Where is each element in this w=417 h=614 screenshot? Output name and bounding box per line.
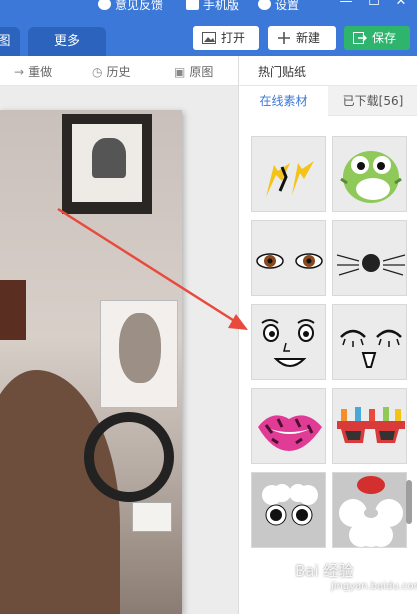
sticker-brown-eyes[interactable] — [251, 220, 326, 296]
edit-canvas[interactable] — [0, 86, 238, 614]
original-button[interactable]: ▣ 原图 — [174, 63, 213, 80]
sticker-pink-lips[interactable] — [251, 388, 326, 464]
history-button[interactable]: ◷ 历史 — [92, 63, 131, 80]
sticker-birthday-glasses[interactable] — [332, 388, 407, 464]
export-icon — [353, 32, 367, 44]
picture-icon: ▣ — [174, 65, 186, 79]
new-button[interactable]: 新建 — [268, 26, 336, 50]
photo[interactable] — [0, 110, 182, 614]
wall-frame-top — [62, 114, 152, 214]
title-bar: 意见反馈 手机版 设置 — ☐ ✕ 图 更多 打开 新建 保存 — [0, 0, 417, 56]
feedback-icon — [98, 0, 111, 10]
tab-image[interactable]: 图 — [0, 27, 20, 56]
panel-scrollbar[interactable] — [406, 480, 412, 524]
feedback-link[interactable]: 意见反馈 — [98, 0, 163, 13]
save-button[interactable]: 保存 — [344, 26, 410, 50]
clock-icon: ◷ — [92, 65, 103, 79]
wall-corner-frame — [0, 280, 26, 340]
sticker-panel: 热门贴纸 在线素材 已下载[56] — [238, 56, 417, 614]
tab-more[interactable]: 更多 — [28, 27, 106, 56]
sticker-lightning[interactable] — [251, 136, 326, 212]
minimize-button[interactable]: — — [338, 0, 354, 9]
open-button[interactable]: 打开 — [193, 26, 259, 50]
edit-toolbar: → 重做 ◷ 历史 ▣ 原图 — [0, 56, 238, 86]
wall-photo-girl — [100, 300, 178, 408]
sticker-cartoon-face[interactable] — [251, 304, 326, 380]
lamp-ring — [84, 412, 174, 502]
wall-socket — [132, 502, 172, 532]
sticker-whiskers[interactable] — [332, 220, 407, 296]
maximize-button[interactable]: ☐ — [366, 0, 382, 9]
close-button[interactable]: ✕ — [393, 0, 409, 9]
gear-icon — [258, 0, 271, 10]
sticker-category-dropdown[interactable]: 热门贴纸 — [239, 56, 417, 86]
image-icon — [202, 32, 216, 44]
sticker-grid — [251, 136, 407, 606]
sticker-cloud-eyes[interactable] — [251, 472, 326, 548]
redo-arrow-icon: → — [14, 65, 25, 79]
mobile-version-link[interactable]: 手机版 — [186, 0, 239, 13]
settings-link[interactable]: 设置 — [258, 0, 299, 13]
sticker-closed-eyes[interactable] — [332, 304, 407, 380]
phone-icon — [186, 0, 199, 10]
sticker-green-monster[interactable] — [332, 136, 407, 212]
tab-downloaded[interactable]: 已下载[56] — [328, 86, 417, 116]
baidu-watermark: Bai 经验 jingyan.baidu.com — [295, 562, 417, 592]
redo-button[interactable]: → 重做 — [14, 63, 52, 80]
plus-icon — [278, 32, 290, 44]
tab-online-material[interactable]: 在线素材 — [239, 86, 328, 116]
sticker-santa-beard[interactable] — [332, 472, 407, 548]
